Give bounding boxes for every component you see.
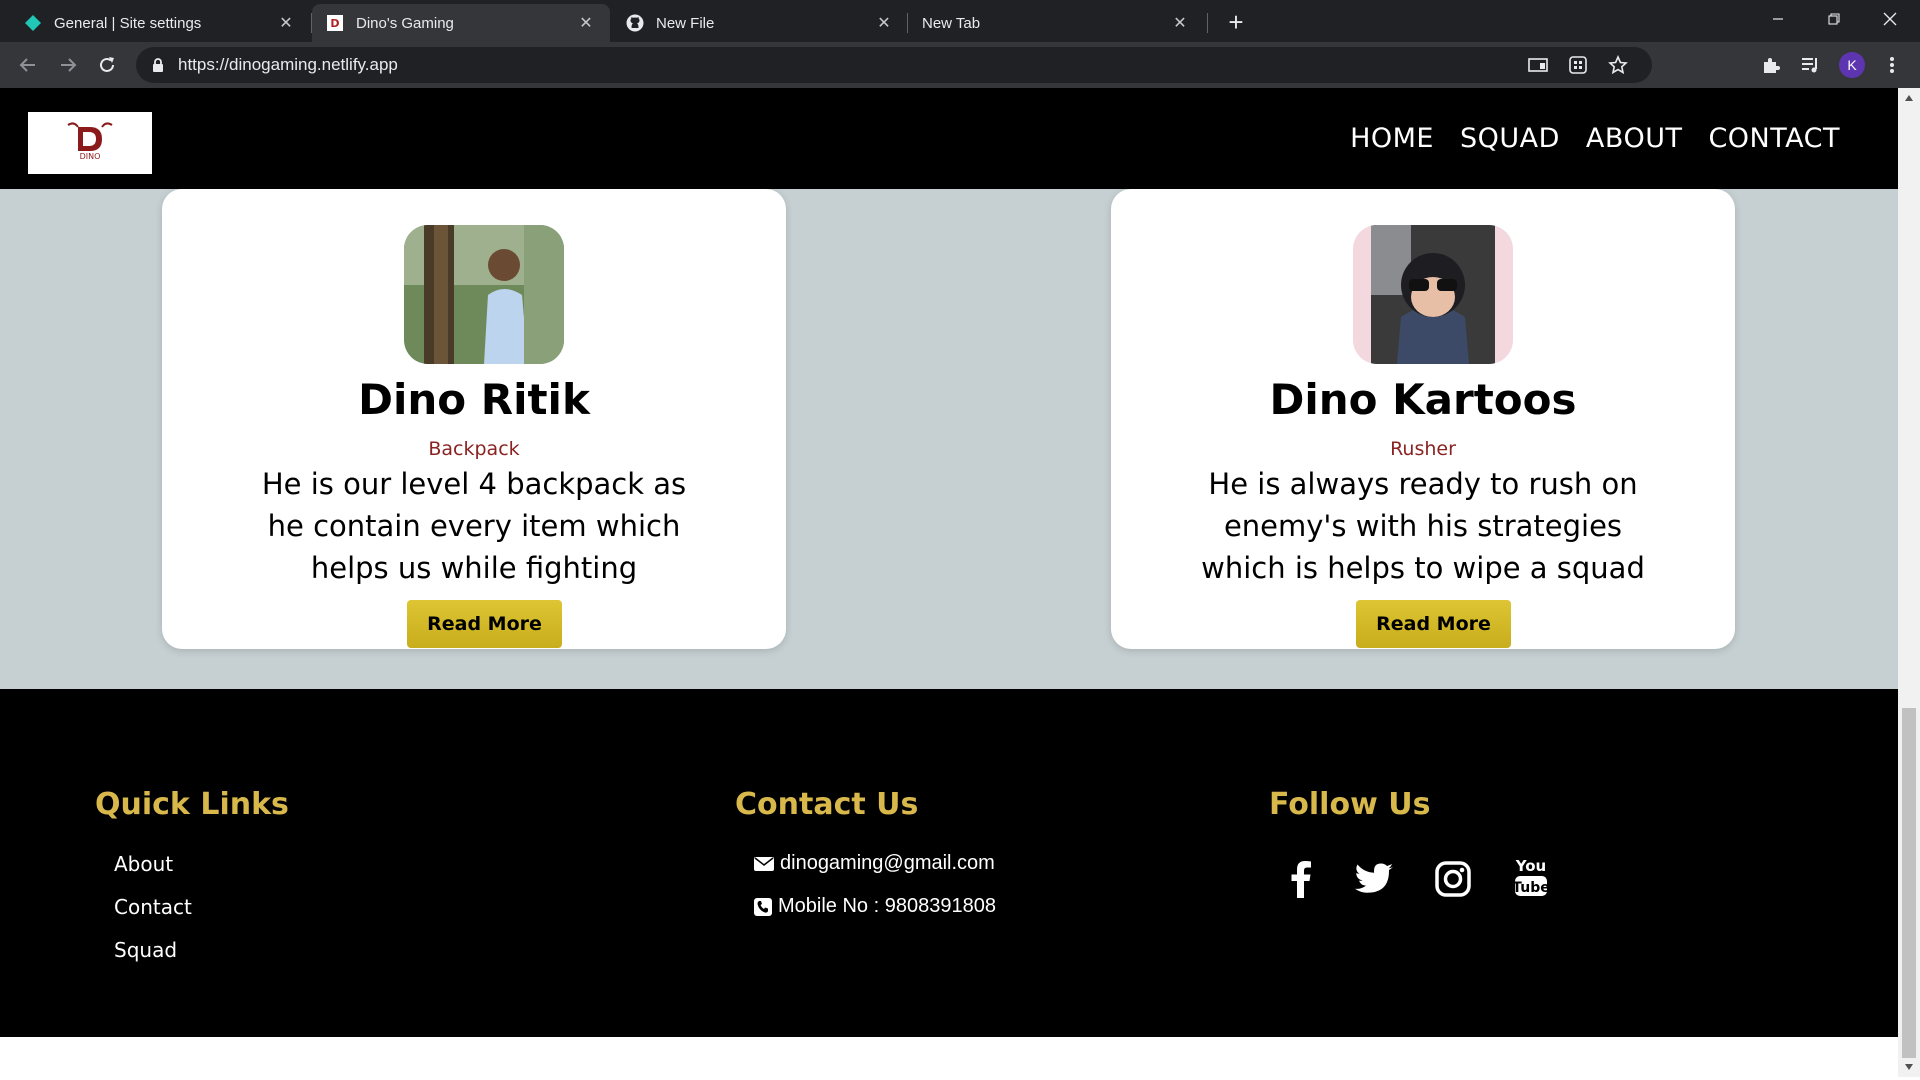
read-more-button[interactable]: Read More: [1356, 600, 1511, 648]
instagram-icon[interactable]: [1433, 857, 1473, 901]
site-footer: Quick Links About Contact Squad Contact …: [0, 689, 1898, 1037]
quick-links-heading: Quick Links: [95, 787, 289, 822]
follow-us-heading: Follow Us: [1269, 787, 1431, 822]
minimize-icon: [1773, 18, 1783, 20]
scroll-down-icon[interactable]: [1903, 1061, 1915, 1073]
back-arrow-icon: [19, 58, 35, 72]
forward-button[interactable]: [52, 49, 84, 81]
scrollbar-thumb[interactable]: [1902, 708, 1916, 1058]
player-role: Rusher: [1390, 438, 1456, 460]
profile-button[interactable]: K: [1838, 51, 1866, 79]
player-photo: [404, 225, 564, 364]
contact-email[interactable]: dinogaming@gmail.com: [754, 852, 995, 875]
browser-toolbar: https://dinogaming.netlify.app K: [0, 42, 1920, 88]
tab-divider: [1207, 13, 1208, 33]
envelope-icon: [754, 856, 774, 871]
player-description: He is always ready to rush on enemy's wi…: [1201, 467, 1645, 585]
media-queue-icon[interactable]: [1797, 51, 1825, 79]
restore-button[interactable]: [1806, 0, 1862, 38]
browser-tab-strip: General | Site settings ✕ D Dino's Gamin…: [0, 0, 1920, 42]
tab-title: Dino's Gaming: [356, 14, 454, 32]
close-icon[interactable]: ✕: [276, 13, 296, 33]
forward-arrow-icon: [61, 58, 77, 72]
svg-text:D: D: [330, 17, 339, 30]
player-description: He is our level 4 backpack as he contain…: [261, 467, 687, 585]
new-tab-button[interactable]: +: [1222, 7, 1250, 37]
youtube-icon[interactable]: You Tube: [1511, 855, 1551, 899]
lock-icon[interactable]: [150, 57, 166, 73]
reload-icon: [100, 57, 114, 72]
phone-icon: [754, 897, 772, 916]
page-viewport: DINO HOME SQUAD ABOUT CONTACT Dino Ritik…: [0, 88, 1898, 1077]
contact-us-heading: Contact Us: [735, 787, 919, 822]
extensions-puzzle-icon[interactable]: [1757, 51, 1785, 79]
footer-link-contact[interactable]: Contact: [114, 895, 192, 919]
footer-link-about[interactable]: About: [114, 852, 173, 876]
player-card: Dino Kartoos Rusher He is always ready t…: [1111, 189, 1735, 649]
footer-link-squad[interactable]: Squad: [114, 938, 177, 962]
contact-phone[interactable]: Mobile No : 9808391808: [754, 895, 996, 918]
avatar[interactable]: K: [1839, 52, 1865, 78]
svg-text:You: You: [1515, 857, 1546, 875]
tab-dinos-gaming[interactable]: D Dino's Gaming ✕: [312, 4, 610, 42]
reload-button[interactable]: [91, 49, 123, 81]
nav-squad[interactable]: SQUAD: [1460, 123, 1560, 154]
main-menu: HOME SQUAD ABOUT CONTACT: [1350, 88, 1840, 189]
svg-text:Tube: Tube: [1513, 880, 1549, 896]
close-icon[interactable]: ✕: [874, 13, 894, 33]
menu-kebab-icon[interactable]: [1878, 51, 1906, 79]
player-photo: [1353, 225, 1513, 364]
bookmark-star-icon[interactable]: [1606, 53, 1630, 77]
facebook-icon[interactable]: [1281, 857, 1321, 901]
tab-site-settings[interactable]: General | Site settings ✕: [10, 4, 310, 42]
tab-title: New File: [656, 14, 715, 32]
player-name: Dino Kartoos: [1269, 375, 1577, 424]
player-card: Dino Ritik Backpack He is our level 4 ba…: [162, 189, 786, 649]
site-header: DINO HOME SQUAD ABOUT CONTACT: [0, 88, 1898, 189]
close-icon[interactable]: ✕: [1170, 13, 1190, 33]
cast-icon[interactable]: [1526, 53, 1550, 77]
tab-new-file[interactable]: New File ✕: [612, 4, 908, 42]
close-icon[interactable]: ✕: [576, 13, 596, 33]
page-scrollbar[interactable]: [1898, 88, 1920, 1077]
nav-home[interactable]: HOME: [1350, 123, 1434, 154]
scroll-up-icon[interactable]: [1903, 92, 1915, 104]
site-logo[interactable]: DINO: [28, 112, 152, 174]
player-name: Dino Ritik: [358, 375, 590, 424]
close-icon: [1883, 12, 1897, 26]
github-icon: [626, 14, 644, 32]
twitter-icon[interactable]: [1354, 857, 1394, 901]
tab-new-tab[interactable]: New Tab ✕: [908, 4, 1204, 42]
url-text[interactable]: https://dinogaming.netlify.app: [178, 55, 398, 75]
tab-title: General | Site settings: [54, 14, 202, 32]
email-text[interactable]: dinogaming@gmail.com: [780, 852, 995, 875]
close-window-button[interactable]: [1862, 0, 1918, 38]
player-role: Backpack: [428, 438, 520, 460]
read-more-button[interactable]: Read More: [407, 600, 562, 648]
phone-text[interactable]: Mobile No : 9808391808: [778, 895, 996, 918]
minimize-button[interactable]: [1750, 0, 1806, 38]
squad-section: Dino Ritik Backpack He is our level 4 ba…: [0, 189, 1898, 689]
dino-favicon-icon: D: [326, 14, 344, 32]
tab-title: New Tab: [922, 14, 981, 32]
back-button[interactable]: [12, 49, 44, 81]
logo-text: DINO: [79, 152, 101, 161]
address-bar[interactable]: https://dinogaming.netlify.app: [136, 47, 1652, 83]
nav-about[interactable]: ABOUT: [1586, 123, 1683, 154]
restore-icon: [1828, 13, 1840, 25]
netlify-icon: [24, 14, 42, 32]
qr-code-icon[interactable]: [1566, 53, 1590, 77]
nav-contact[interactable]: CONTACT: [1708, 123, 1840, 154]
